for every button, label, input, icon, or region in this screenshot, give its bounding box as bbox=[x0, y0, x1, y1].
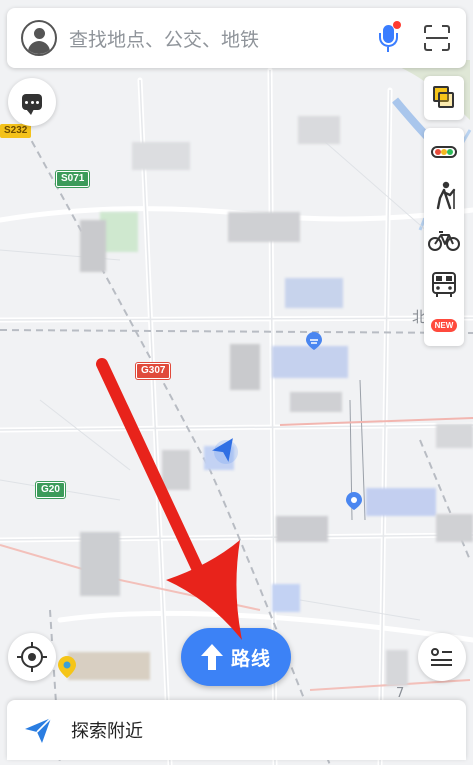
road-shield-s071: S071 bbox=[54, 170, 91, 188]
new-feature-button[interactable]: NEW bbox=[424, 306, 464, 346]
current-location-icon[interactable] bbox=[210, 432, 244, 466]
blurred-area bbox=[80, 220, 106, 272]
list-bar bbox=[431, 659, 452, 661]
bike-button[interactable] bbox=[424, 220, 464, 260]
walking-icon bbox=[436, 181, 456, 210]
explore-nearby-panel[interactable]: 探索附近 bbox=[7, 700, 466, 760]
mic-arc bbox=[379, 33, 398, 47]
road-shield-g307: G307 bbox=[134, 362, 172, 380]
scan-line bbox=[426, 37, 448, 39]
list-icon bbox=[431, 648, 453, 666]
avatar-body bbox=[28, 41, 50, 54]
scan-corner bbox=[424, 43, 432, 51]
locate-tick bbox=[17, 656, 22, 658]
list-button[interactable] bbox=[418, 633, 466, 681]
mic-stem bbox=[387, 47, 389, 52]
scan-corner bbox=[442, 43, 450, 51]
scan-icon[interactable] bbox=[424, 25, 450, 51]
location-pin-icon bbox=[58, 656, 76, 678]
blurred-area bbox=[366, 488, 436, 516]
new-badge: NEW bbox=[431, 319, 457, 332]
poi-pin-icon[interactable] bbox=[346, 492, 362, 510]
bus-button[interactable] bbox=[424, 264, 464, 304]
list-bar bbox=[431, 664, 452, 666]
message-icon bbox=[22, 94, 42, 115]
blurred-area bbox=[298, 116, 340, 144]
blurred-area bbox=[272, 346, 348, 378]
blurred-area bbox=[272, 584, 300, 612]
blurred-area bbox=[132, 142, 190, 170]
paper-plane-icon bbox=[25, 717, 52, 743]
locate-icon bbox=[17, 642, 47, 672]
map-tool-panel: NEW bbox=[424, 128, 464, 346]
blurred-area bbox=[68, 652, 150, 680]
list-ring bbox=[431, 648, 439, 656]
scan-corner bbox=[442, 25, 450, 33]
poi-pin-icon[interactable] bbox=[306, 332, 322, 350]
notification-dot bbox=[393, 21, 401, 29]
route-arrow-icon bbox=[200, 644, 223, 670]
layer-front bbox=[438, 92, 454, 108]
blurred-area bbox=[162, 450, 190, 490]
blurred-area bbox=[436, 424, 473, 448]
locate-button[interactable] bbox=[8, 633, 56, 681]
road-shield-g20: G20 bbox=[35, 481, 66, 499]
locate-center bbox=[28, 653, 36, 661]
route-button[interactable]: 路线 bbox=[181, 628, 291, 686]
explore-nearby-label: 探索附近 bbox=[71, 721, 143, 742]
blurred-area bbox=[290, 392, 342, 412]
traffic-green bbox=[447, 149, 453, 155]
search-input[interactable]: 查找地点、公交、地铁 bbox=[69, 25, 374, 52]
bicycle-icon bbox=[428, 231, 460, 251]
avatar-head bbox=[34, 28, 45, 39]
bus-icon bbox=[432, 272, 456, 297]
search-bar[interactable]: 查找地点、公交、地铁 bbox=[7, 8, 466, 68]
blurred-area bbox=[228, 212, 300, 242]
message-dot bbox=[36, 101, 39, 104]
list-bar bbox=[442, 651, 452, 653]
route-arrow-shape bbox=[200, 644, 223, 670]
blurred-area bbox=[436, 514, 473, 542]
microphone-icon[interactable] bbox=[374, 21, 404, 55]
scan-corner bbox=[424, 25, 432, 33]
walking-button[interactable] bbox=[424, 176, 464, 216]
message-button[interactable] bbox=[8, 78, 56, 126]
avatar[interactable] bbox=[21, 20, 57, 56]
blurred-area bbox=[285, 278, 343, 308]
traffic-button[interactable] bbox=[424, 132, 464, 172]
locate-tick bbox=[42, 656, 47, 658]
blurred-area bbox=[276, 516, 328, 542]
route-label: 路线 bbox=[230, 647, 271, 670]
blurred-area bbox=[386, 650, 408, 686]
traffic-light-icon bbox=[431, 146, 457, 158]
locate-tick bbox=[31, 667, 33, 672]
blurred-area bbox=[80, 532, 120, 596]
layers-button[interactable] bbox=[424, 76, 464, 120]
road-shield-s232: S232 bbox=[0, 124, 32, 138]
message-dot bbox=[30, 101, 34, 104]
map-label-seven: 7 bbox=[396, 686, 405, 701]
blurred-area bbox=[230, 344, 260, 390]
locate-tick bbox=[31, 642, 33, 647]
message-dot bbox=[25, 101, 28, 104]
